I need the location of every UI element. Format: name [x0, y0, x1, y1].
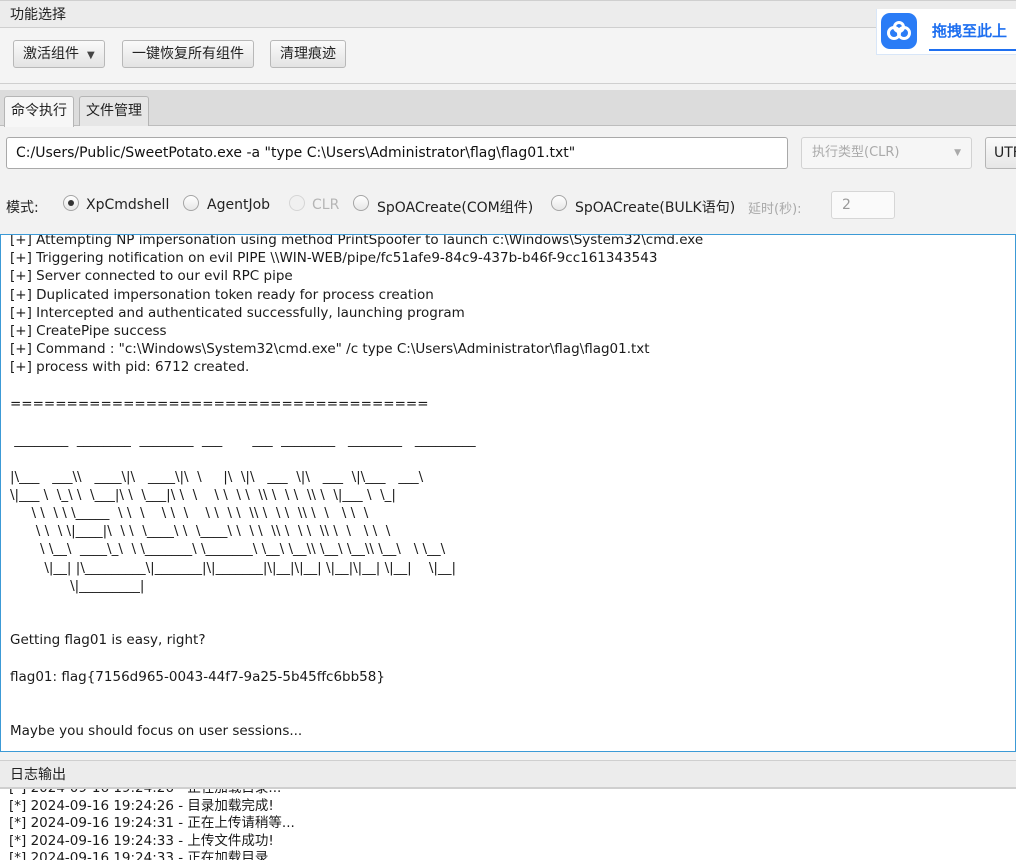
radio-agentjob[interactable] — [183, 195, 199, 211]
restore-all-components-button[interactable]: 一键恢复所有组件 — [122, 40, 254, 68]
log-section-header: 日志输出 — [0, 760, 1016, 788]
exec-type-value: 执行类型(CLR) — [812, 145, 900, 160]
clean-traces-button[interactable]: 清理痕迹 — [270, 40, 346, 68]
mode-label: 模式: — [6, 200, 39, 216]
activate-component-label: 激活组件 — [23, 46, 79, 62]
drop-zone-label: 拖拽至此上 — [932, 22, 1008, 40]
delay-input[interactable]: 2 — [831, 191, 895, 219]
log-output-text: [*] 2024-09-16 19:24:26 - 正在加载目录... [*] … — [9, 788, 295, 860]
activate-component-dropdown[interactable]: 激活组件 ▼ — [13, 40, 105, 68]
chevron-down-icon: ▼ — [954, 148, 961, 158]
command-input[interactable]: C:/Users/Public/SweetPotato.exe -a "type… — [6, 137, 788, 169]
encoding-select[interactable]: UTF-8 — [985, 137, 1016, 169]
radio-spoacreate-bulk-label[interactable]: SpOACreate(BULK语句) — [575, 197, 735, 217]
radio-spoacreate-com[interactable] — [353, 195, 369, 211]
tab-file-manager[interactable]: 文件管理 — [79, 96, 149, 126]
command-output-text: [+] Attempting NP impersonation using me… — [10, 234, 704, 740]
radio-clr-label: CLR — [312, 197, 340, 213]
radio-xpcmdshell-label[interactable]: XpCmdshell — [86, 197, 169, 213]
radio-xpcmdshell[interactable] — [63, 195, 79, 211]
tab-bar: 命令执行 文件管理 — [0, 90, 1016, 127]
drop-zone-widget[interactable]: 拖拽至此上 — [876, 9, 1016, 55]
function-toolbar: 激活组件 ▼ 一键恢复所有组件 清理痕迹 — [0, 28, 1016, 84]
cloud-logo-icon — [881, 13, 917, 49]
drop-zone-underline — [929, 49, 1016, 51]
function-section-title: 功能选择 — [10, 7, 66, 23]
command-output-area[interactable]: [+] Attempting NP impersonation using me… — [0, 234, 1016, 752]
chevron-down-icon: ▼ — [87, 50, 95, 61]
radio-spoacreate-bulk[interactable] — [551, 195, 567, 211]
radio-clr — [289, 195, 305, 211]
radio-agentjob-label[interactable]: AgentJob — [207, 197, 270, 213]
log-section-title: 日志输出 — [10, 767, 66, 783]
radio-spoacreate-com-label[interactable]: SpOACreate(COM组件) — [377, 197, 533, 217]
log-output-area[interactable]: [*] 2024-09-16 19:24:26 - 正在加载目录... [*] … — [0, 788, 1016, 860]
exec-type-select[interactable]: 执行类型(CLR) ▼ — [801, 137, 972, 169]
function-section-header: 功能选择 — [0, 0, 1016, 28]
tab-command-exec[interactable]: 命令执行 — [4, 96, 74, 127]
delay-label: 延时(秒): — [748, 202, 802, 217]
